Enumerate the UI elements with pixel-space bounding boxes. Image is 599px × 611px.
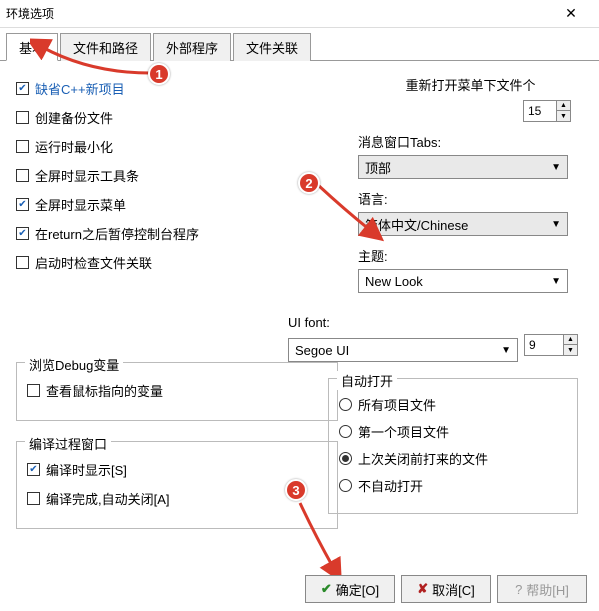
radio-label: 所有项目文件: [358, 395, 436, 414]
radio-no-auto[interactable]: [339, 479, 352, 492]
chevron-up-icon[interactable]: ▲: [557, 101, 570, 111]
language-value: 简体中文/Chinese: [365, 215, 468, 234]
annotation-2: 2: [298, 172, 320, 194]
check-label: 编译时显示[S]: [46, 460, 127, 479]
auto-open-legend: 自动打开: [337, 371, 397, 390]
radio-label: 第一个项目文件: [358, 422, 449, 441]
ui-font-value: Segoe UI: [295, 343, 349, 358]
theme-select[interactable]: New Look ▼: [358, 269, 568, 293]
annotation-3: 3: [285, 479, 307, 501]
check-show-compile[interactable]: [27, 463, 40, 476]
help-icon: ?: [515, 582, 522, 597]
check-minimize[interactable]: [16, 140, 29, 153]
ui-font-size-value: 9: [529, 338, 536, 352]
ui-font-select[interactable]: Segoe UI ▼: [288, 338, 518, 362]
annotation-1: 1: [148, 63, 170, 85]
chevron-down-icon[interactable]: ▼: [557, 111, 570, 121]
check-default-cpp[interactable]: [16, 82, 29, 95]
auto-open-group: 自动打开 所有项目文件 第一个项目文件 上次关闭前打来的文件 不自动打开: [328, 378, 578, 514]
check-label: 全屏时显示菜单: [35, 195, 126, 214]
check-label: 运行时最小化: [35, 137, 113, 156]
radio-last-closed[interactable]: [339, 452, 352, 465]
ui-font-size-spinner[interactable]: 9 ▲▼: [524, 334, 578, 356]
tab-assoc[interactable]: 文件关联: [233, 33, 311, 61]
radio-all-files[interactable]: [339, 398, 352, 411]
theme-label: 主题:: [358, 246, 583, 265]
check-auto-close[interactable]: [27, 492, 40, 505]
reopen-label: 重新打开菜单下文件个: [358, 75, 583, 94]
check-file-assoc[interactable]: [16, 256, 29, 269]
check-label: 在return之后暂停控制台程序: [35, 224, 199, 243]
tab-external[interactable]: 外部程序: [153, 33, 231, 61]
options-check-list: 缺省C++新项目 创建备份文件 运行时最小化 全屏时显示工具条 全屏时显示菜单 …: [16, 79, 338, 272]
chevron-up-icon[interactable]: ▲: [564, 335, 577, 345]
chevron-down-icon: ▼: [551, 219, 561, 230]
chevron-down-icon: ▼: [551, 276, 561, 287]
cancel-label: 取消[C]: [432, 580, 475, 599]
language-select[interactable]: 简体中文/Chinese ▼: [358, 212, 568, 236]
chevron-down-icon: ▼: [551, 162, 561, 173]
close-button[interactable]: ✕: [551, 0, 591, 28]
theme-value: New Look: [365, 274, 423, 289]
tabs-pos-label: 消息窗口Tabs:: [358, 132, 583, 151]
chevron-down-icon[interactable]: ▼: [564, 345, 577, 355]
reopen-spinner[interactable]: 15 ▲▼: [523, 100, 571, 122]
debug-group: 浏览Debug变量 查看鼠标指向的变量: [16, 362, 338, 421]
cancel-button[interactable]: ✘ 取消[C]: [401, 575, 491, 603]
check-backup[interactable]: [16, 111, 29, 124]
close-icon: ✕: [565, 5, 577, 22]
tabs-pos-value: 顶部: [365, 158, 391, 177]
reopen-value: 15: [528, 104, 541, 118]
help-button[interactable]: ? 帮助[H]: [497, 575, 587, 603]
tab-paths[interactable]: 文件和路径: [60, 33, 151, 61]
ok-label: 确定[O]: [336, 580, 379, 599]
check-fullscreen-toolbar[interactable]: [16, 169, 29, 182]
check-label: 编译完成,自动关闭[A]: [46, 489, 170, 508]
check-label: 缺省C++新项目: [35, 79, 125, 98]
tab-bar: 基本 文件和路径 外部程序 文件关联: [0, 28, 599, 61]
chevron-down-icon: ▼: [501, 345, 511, 356]
ok-button[interactable]: ✔ 确定[O]: [305, 575, 395, 603]
debug-legend: 浏览Debug变量: [25, 355, 123, 374]
help-label: 帮助[H]: [526, 580, 569, 599]
language-label: 语言:: [358, 189, 583, 208]
radio-first-file[interactable]: [339, 425, 352, 438]
check-fullscreen-menu[interactable]: [16, 198, 29, 211]
check-icon: ✔: [321, 581, 332, 597]
radio-label: 不自动打开: [358, 476, 423, 495]
ui-font-label: UI font:: [288, 315, 583, 330]
check-label: 启动时检查文件关联: [35, 253, 152, 272]
check-hover-var[interactable]: [27, 384, 40, 397]
check-label: 全屏时显示工具条: [35, 166, 139, 185]
tabs-pos-select[interactable]: 顶部 ▼: [358, 155, 568, 179]
tab-basic[interactable]: 基本: [6, 33, 58, 61]
check-pause-return[interactable]: [16, 227, 29, 240]
window-title: 环境选项: [6, 5, 54, 22]
x-icon: ✘: [417, 581, 428, 597]
compile-legend: 编译过程窗口: [25, 434, 111, 453]
radio-label: 上次关闭前打来的文件: [358, 449, 488, 468]
check-label: 查看鼠标指向的变量: [46, 381, 163, 400]
check-label: 创建备份文件: [35, 108, 113, 127]
